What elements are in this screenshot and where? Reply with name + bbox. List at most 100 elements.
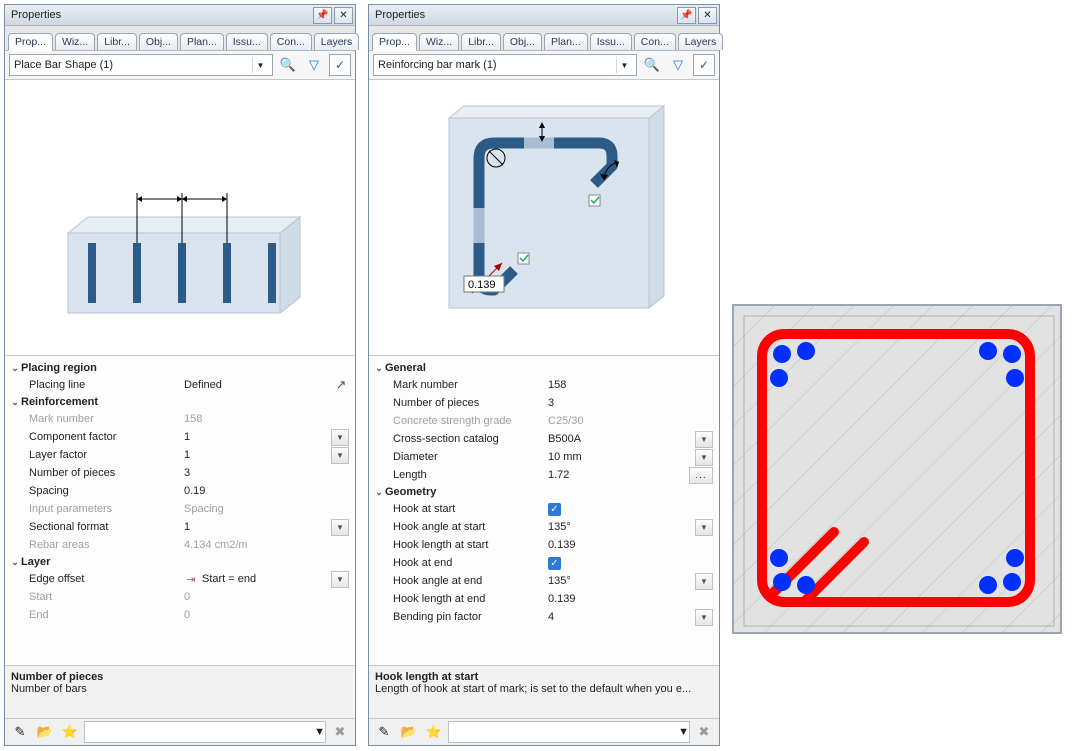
property-list: ⌄ General Mark number 158 Number of piec… (369, 356, 719, 665)
dropdown-icon[interactable]: ▼ (695, 609, 713, 626)
tab-issues[interactable]: Issu... (226, 33, 268, 50)
pin-button[interactable]: 📌 (313, 7, 332, 24)
tab-layers[interactable]: Layers (314, 33, 360, 50)
tab-wizards[interactable]: Wiz... (55, 33, 95, 50)
eyedropper-button[interactable]: ✎ (9, 721, 31, 743)
property-list: ⌄ Placing region Placing line Defined ↗ … (5, 356, 355, 665)
pointer-icon[interactable]: ↗ (333, 378, 349, 393)
row-number-pieces[interactable]: Number of pieces 3 (9, 464, 349, 482)
row-bending-pin-factor[interactable]: Bending pin factor 4 ▼ (373, 608, 713, 626)
dropdown-icon[interactable]: ▼ (331, 571, 349, 588)
row-placing-line[interactable]: Placing line Defined ↗ (9, 376, 349, 394)
description-text: Number of bars (11, 683, 349, 695)
row-number-pieces[interactable]: Number of pieces 3 (373, 394, 713, 412)
section-drawing (732, 304, 1062, 634)
row-layer-factor[interactable]: Layer factor 1 ▼ (9, 446, 349, 464)
selection-text: Reinforcing bar mark (1) (378, 59, 497, 71)
tab-wizards[interactable]: Wiz... (419, 33, 459, 50)
tab-library[interactable]: Libr... (97, 33, 137, 50)
preview-value-label: 0.139 (468, 279, 496, 291)
toggle-check-button[interactable]: ✓ (693, 54, 715, 76)
row-hook-at-end[interactable]: Hook at end ✓ (373, 554, 713, 572)
dropdown-icon[interactable]: ▼ (695, 431, 713, 448)
titlebar: Properties 📌 ✕ (5, 5, 355, 26)
panel-title: Properties (375, 9, 425, 21)
chevron-down-icon: ▼ (616, 57, 632, 73)
row-hook-angle-end[interactable]: Hook angle at end 135° ▼ (373, 572, 713, 590)
eyedropper-button[interactable]: ✎ (373, 721, 395, 743)
properties-panel-left: Properties 📌 ✕ Prop... Wiz... Libr... Ob… (4, 4, 356, 746)
settings-button[interactable]: ✖ (693, 721, 715, 743)
more-button[interactable]: ... (689, 467, 713, 484)
favorite-combo[interactable]: ▼ (448, 721, 690, 743)
selection-row: Reinforcing bar mark (1) ▼ 🔍 ▽ ✓ (369, 51, 719, 80)
group-layer[interactable]: ⌄ Layer (9, 554, 349, 570)
row-spacing[interactable]: Spacing 0.19 (9, 482, 349, 500)
group-reinforcement[interactable]: ⌄ Reinforcement (9, 394, 349, 410)
settings-button[interactable]: ✖ (329, 721, 351, 743)
tab-plans[interactable]: Plan... (180, 33, 224, 50)
close-button[interactable]: ✕ (334, 7, 353, 24)
bottom-toolbar: ✎ 📂 ⭐ ▼ ✖ (5, 718, 355, 745)
expand-icon: ⌄ (9, 557, 21, 568)
filter-button[interactable]: ▽ (303, 54, 325, 76)
tab-plans[interactable]: Plan... (544, 33, 588, 50)
checkbox-checked-icon[interactable]: ✓ (548, 503, 561, 516)
dropdown-icon[interactable]: ▼ (695, 449, 713, 466)
save-favorite-button[interactable]: ⭐ (423, 721, 445, 743)
tab-issues[interactable]: Issu... (590, 33, 632, 50)
favorite-combo[interactable]: ▼ (84, 721, 326, 743)
group-geometry[interactable]: ⌄ Geometry (373, 484, 713, 500)
tab-strip: Prop... Wiz... Libr... Obj... Plan... Is… (5, 26, 355, 51)
row-mark-number: Mark number 158 (9, 410, 349, 428)
preview-area (5, 80, 355, 356)
selection-combo[interactable]: Place Bar Shape (1) ▼ (9, 54, 273, 76)
tab-connect[interactable]: Con... (270, 33, 312, 50)
zoom-selection-button[interactable]: 🔍 (277, 54, 299, 76)
row-hook-angle-start[interactable]: Hook angle at start 135° ▼ (373, 518, 713, 536)
toggle-check-button[interactable]: ✓ (329, 54, 351, 76)
dropdown-icon[interactable]: ▼ (695, 573, 713, 590)
save-favorite-button[interactable]: ⭐ (59, 721, 81, 743)
dropdown-icon[interactable]: ▼ (331, 429, 349, 446)
description-title: Hook length at start (375, 671, 713, 683)
row-length[interactable]: Length 1.72 ... (373, 466, 713, 484)
row-sectional-format[interactable]: Sectional format 1 ▼ (9, 518, 349, 536)
dropdown-icon[interactable]: ▼ (331, 519, 349, 536)
load-favorite-button[interactable]: 📂 (398, 721, 420, 743)
zoom-selection-button[interactable]: 🔍 (641, 54, 663, 76)
selection-combo[interactable]: Reinforcing bar mark (1) ▼ (373, 54, 637, 76)
row-hook-at-start[interactable]: Hook at start ✓ (373, 500, 713, 518)
checkbox-checked-icon[interactable]: ✓ (548, 557, 561, 570)
panel-title: Properties (11, 9, 61, 21)
row-edge-offset[interactable]: Edge offset ⇥ Start = end ▼ (9, 570, 349, 588)
row-mark-number[interactable]: Mark number 158 (373, 376, 713, 394)
tab-objects[interactable]: Obj... (503, 33, 542, 50)
expand-icon: ⌄ (9, 397, 21, 408)
tab-properties[interactable]: Prop... (8, 33, 53, 51)
tab-objects[interactable]: Obj... (139, 33, 178, 50)
group-general[interactable]: ⌄ General (373, 360, 713, 376)
row-cross-section[interactable]: Cross-section catalog B500A ▼ (373, 430, 713, 448)
tab-layers[interactable]: Layers (678, 33, 724, 50)
dropdown-icon[interactable]: ▼ (695, 519, 713, 536)
row-hook-length-start[interactable]: Hook length at start 0.139 (373, 536, 713, 554)
selection-row: Place Bar Shape (1) ▼ 🔍 ▽ ✓ (5, 51, 355, 80)
filter-button[interactable]: ▽ (667, 54, 689, 76)
row-diameter[interactable]: Diameter 10 mm ▼ (373, 448, 713, 466)
row-start: Start 0 (9, 588, 349, 606)
description-text: Length of hook at start of mark; is set … (375, 683, 713, 695)
row-rebar-areas: Rebar areas 4.134 cm2/m (9, 536, 349, 554)
load-favorite-button[interactable]: 📂 (34, 721, 56, 743)
close-button[interactable]: ✕ (698, 7, 717, 24)
group-placing-region[interactable]: ⌄ Placing region (9, 360, 349, 376)
row-input-parameters: Input parameters Spacing (9, 500, 349, 518)
tab-library[interactable]: Libr... (461, 33, 501, 50)
pin-button[interactable]: 📌 (677, 7, 696, 24)
row-component-factor[interactable]: Component factor 1 ▼ (9, 428, 349, 446)
expand-icon: ⌄ (373, 363, 385, 374)
tab-properties[interactable]: Prop... (372, 33, 417, 51)
tab-connect[interactable]: Con... (634, 33, 676, 50)
row-hook-length-end[interactable]: Hook length at end 0.139 (373, 590, 713, 608)
dropdown-icon[interactable]: ▼ (331, 447, 349, 464)
